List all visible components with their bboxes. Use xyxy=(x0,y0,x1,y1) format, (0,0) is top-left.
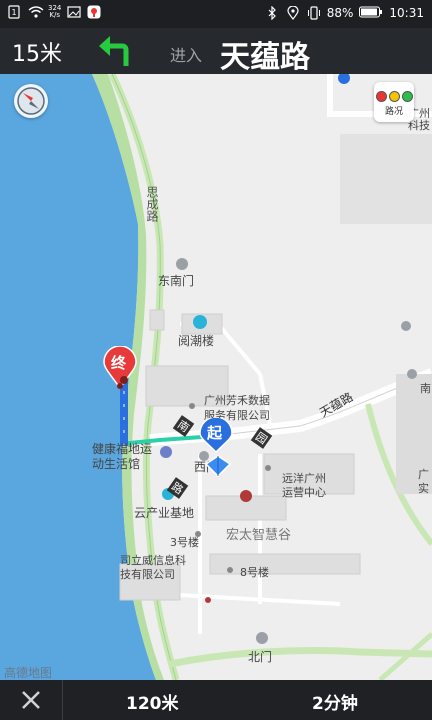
restaurant-poi-icon xyxy=(240,490,252,502)
next-road-name: 天蕴路 xyxy=(220,40,310,75)
wifi-icon xyxy=(28,5,44,19)
speed-unit: K/s xyxy=(49,11,60,19)
map-label-yuanyang-line2: 运营中心 xyxy=(282,486,326,499)
current-location-icon xyxy=(204,455,232,478)
map-view[interactable]: 思成路 东南门 阅潮楼 广州芳禾数据 服务有限公司 天蕴路 健康福地运 动生活馆… xyxy=(0,74,432,680)
svg-text:1: 1 xyxy=(12,8,17,17)
remaining-time: 2分钟 xyxy=(312,694,358,714)
image-notification-icon xyxy=(67,5,81,19)
parking-poi-icon xyxy=(338,74,350,84)
sim-icon: 1 xyxy=(8,5,22,19)
map-label-sicheng-road: 思成路 xyxy=(145,186,159,222)
app-notification-icon xyxy=(87,5,101,19)
map-label-hongtai: 宏太智慧谷 xyxy=(226,528,292,543)
traffic-toggle-button[interactable]: 路况 xyxy=(374,82,414,122)
map-label-cloud-base: 云产业基地 xyxy=(134,506,195,520)
map-label-right-edge-south: 南 xyxy=(420,382,431,395)
origin-marker-label: 起 xyxy=(207,424,223,442)
compass-icon xyxy=(17,87,45,115)
end-point-dot-icon xyxy=(120,376,128,384)
battery-icon xyxy=(359,6,383,20)
close-icon xyxy=(22,691,40,709)
remaining-distance: 120米 xyxy=(126,694,179,714)
map-label-fanghe-line1: 广州芳禾数据 xyxy=(204,394,270,407)
map-canvas xyxy=(0,74,432,680)
navigation-summary-bar: 120米 2分钟 xyxy=(0,680,432,720)
map-label-building-3: 3号楼 xyxy=(170,536,199,549)
map-watermark: 高德地图 xyxy=(4,666,53,680)
traffic-light-icon xyxy=(374,88,414,104)
destination-marker-label: 终 xyxy=(111,354,127,372)
traffic-label: 路况 xyxy=(384,107,403,117)
network-speed: 324 K/s xyxy=(48,5,61,19)
turn-left-arrow-icon xyxy=(96,34,136,68)
status-bar: 1 324 K/s 88% 10:31 xyxy=(0,0,432,28)
map-label-right-edge-shi: 实 xyxy=(418,482,429,495)
building-poi-icon xyxy=(193,315,207,329)
map-label-health-center-line2: 动生活馆 xyxy=(92,457,141,471)
sports-poi-icon xyxy=(160,446,172,458)
navigation-instruction-bar: 15米 进入 天蕴路 xyxy=(0,28,432,75)
map-label-south-east-gate: 东南门 xyxy=(158,274,195,288)
map-label-north-gate: 北门 xyxy=(248,650,273,664)
gate-poi-icon xyxy=(176,258,188,270)
bluetooth-icon xyxy=(267,5,281,21)
location-icon xyxy=(287,5,301,20)
clock: 10:31 xyxy=(389,6,424,20)
vibrate-icon xyxy=(307,6,321,20)
exit-navigation-button[interactable] xyxy=(0,680,63,720)
map-label-siliwei-line2: 技有限公司 xyxy=(120,568,175,581)
map-label-building-8: 8号楼 xyxy=(240,566,269,579)
map-label-yuechao-building: 阅潮楼 xyxy=(178,334,215,348)
enter-label: 进入 xyxy=(170,46,203,65)
battery-percent: 88% xyxy=(326,6,354,20)
next-turn-distance: 15米 xyxy=(12,42,62,67)
compass-button[interactable] xyxy=(14,84,48,118)
